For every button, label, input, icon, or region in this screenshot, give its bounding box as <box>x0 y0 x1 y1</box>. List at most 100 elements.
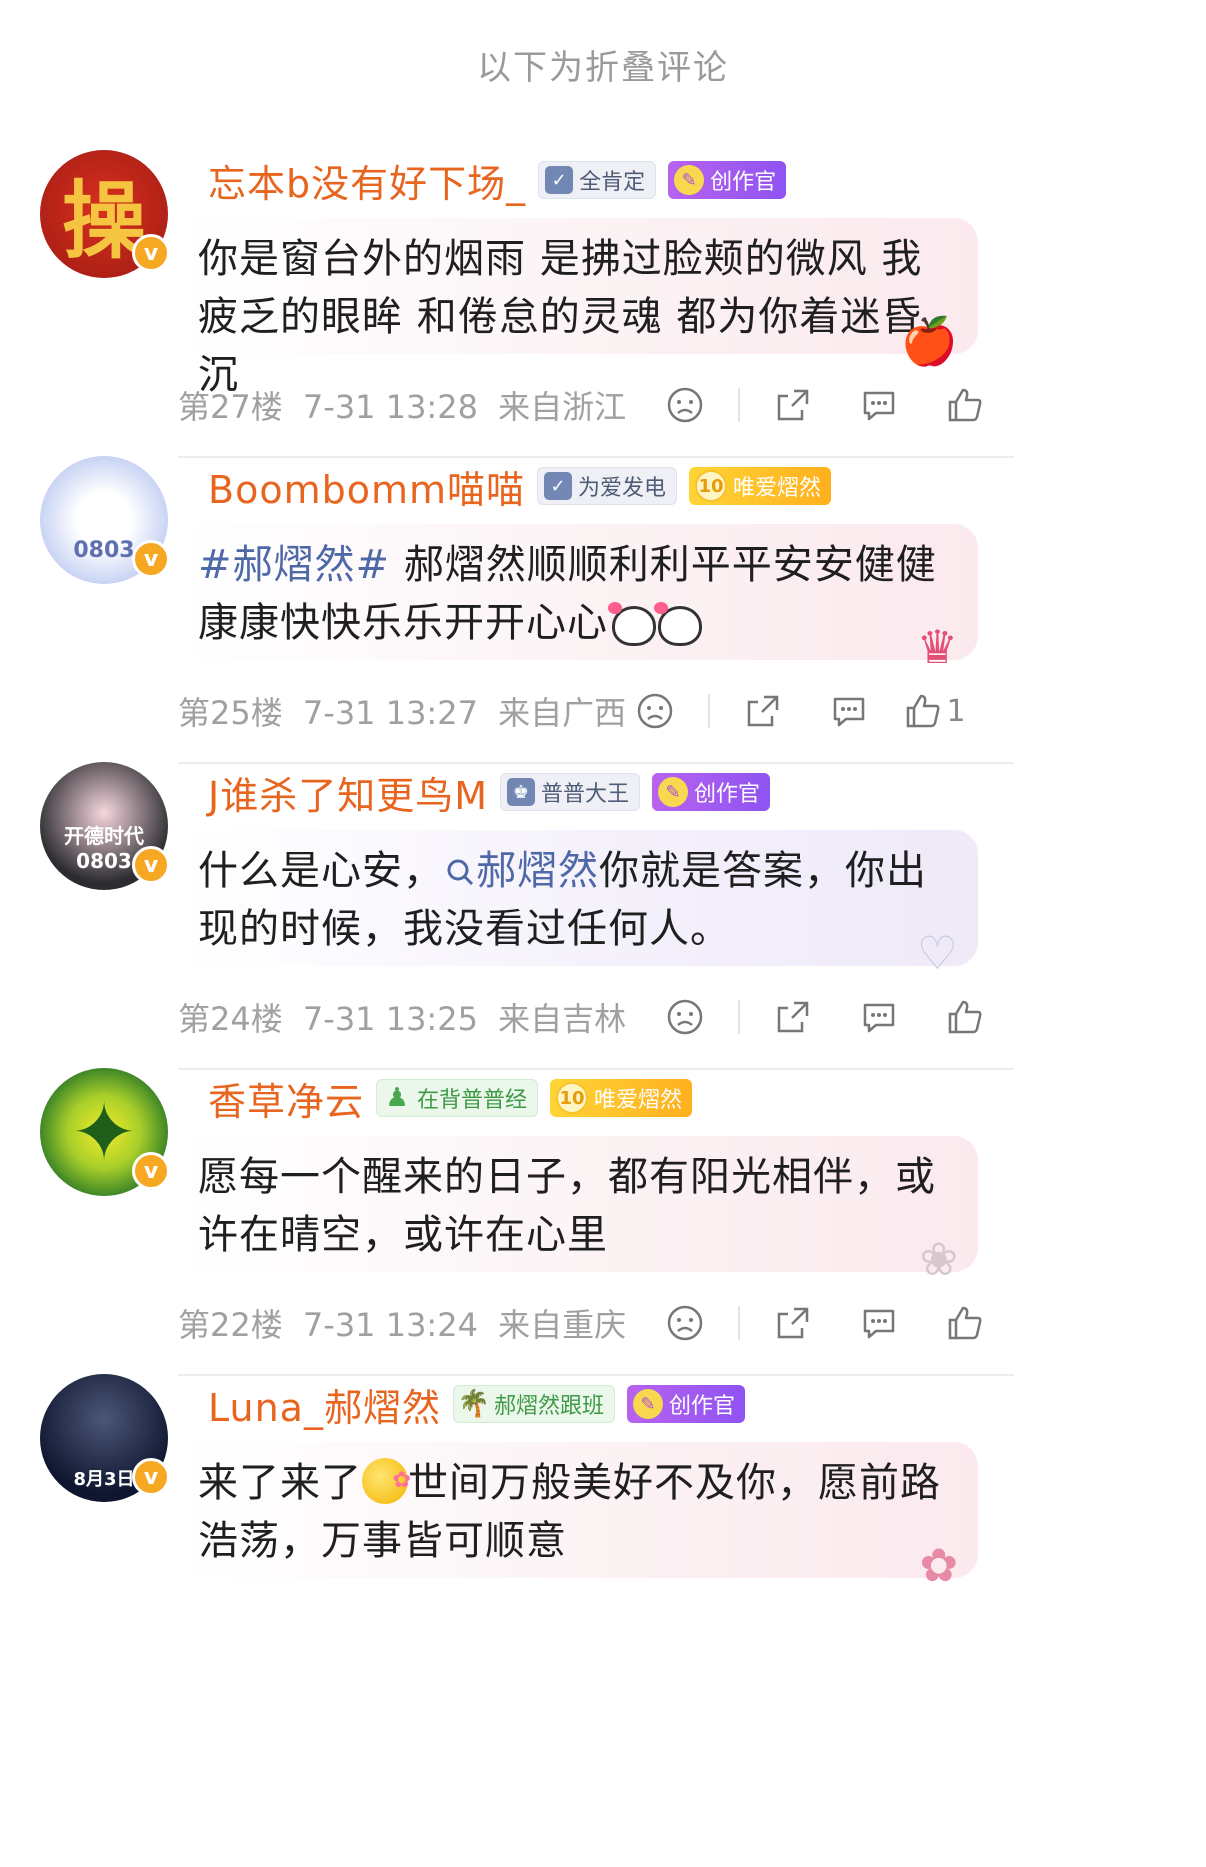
fan-badge[interactable]: ✓ 为爱发电 <box>537 467 678 505</box>
share-icon <box>777 1307 809 1339</box>
bunny-decoration-icon: ❀ <box>919 1232 958 1286</box>
username[interactable]: Boombomm喵喵 <box>208 459 525 514</box>
superfan-badge[interactable]: 10 唯爱熠然 <box>689 467 832 505</box>
share-button[interactable] <box>750 992 836 1042</box>
avatar[interactable]: ✦ v <box>40 1068 170 1196</box>
comment-time: 7-31 13:27 <box>302 694 478 732</box>
verified-badge-icon: v <box>132 1458 170 1496</box>
fan-badge-label: 为爱发电 <box>578 476 667 501</box>
like-count: 1 <box>946 693 966 729</box>
avatar[interactable]: 0803 v <box>40 456 170 584</box>
frown-face-icon <box>667 999 703 1035</box>
verified-badge-icon: v <box>132 234 170 272</box>
avatar[interactable]: 8月3日 v <box>40 1374 170 1502</box>
avatar-text: ✦ <box>70 1085 138 1179</box>
like-button[interactable] <box>922 1298 1008 1348</box>
creator-badge[interactable]: ✎ 创作官 <box>668 161 787 199</box>
dislike-button[interactable] <box>612 686 698 736</box>
flower-face-emoji-icon <box>362 1452 412 1510</box>
avatar-text: 0803 <box>73 537 135 563</box>
username[interactable]: J谁杀了知更鸟M <box>208 765 488 820</box>
comment-bubble: 来了来了世间万般美好不及你，愿前路浩荡，万事皆可顺意 ✿ <box>178 1442 978 1588</box>
comment-location: 来自浙江 <box>498 388 627 426</box>
creator-badge[interactable]: ✎ 创作官 <box>652 773 771 811</box>
fan-badge[interactable]: 🌴 郝熠然跟班 <box>452 1385 615 1423</box>
avatar[interactable]: 开德时代 0803 v <box>40 762 170 890</box>
comment-bubble-icon <box>833 697 865 727</box>
thumbs-up-icon <box>907 694 940 728</box>
floor-number: 第22楼 <box>178 1306 283 1344</box>
comment-body-start: 来了来了 <box>198 1460 362 1506</box>
floor-number: 第27楼 <box>178 388 283 426</box>
reply-button[interactable] <box>836 380 922 430</box>
comment-text: #郝熠然# 郝熠然顺顺利利平平安安健健康康快快乐乐开开心心 <box>198 536 958 652</box>
cat-heart-emoji-icon <box>608 602 656 646</box>
verified-badge-icon: v <box>132 846 170 884</box>
dislike-button[interactable] <box>642 380 728 430</box>
reading-person-icon: ♟ <box>385 1083 409 1113</box>
like-button[interactable]: 1 <box>892 686 978 736</box>
level-10-icon: 10 <box>695 470 728 502</box>
search-link[interactable]: 郝熠然 <box>444 848 599 894</box>
superfan-badge-label: 唯爱熠然 <box>594 1088 683 1113</box>
folded-comments-header: 以下为折叠评论 <box>477 48 729 88</box>
crown-icon: ♚ <box>507 778 535 806</box>
avatar-text: 8月3日 <box>73 1469 135 1490</box>
dislike-button[interactable] <box>642 992 728 1042</box>
comment-text: 来了来了世间万般美好不及你，愿前路浩荡，万事皆可顺意 <box>198 1452 958 1570</box>
thumbs-up-icon <box>948 1306 982 1340</box>
comment-meta: 第25楼 7-31 13:27 来自广西 <box>178 688 626 734</box>
superfan-badge[interactable]: 10 唯爱熠然 <box>550 1079 693 1117</box>
fan-badge[interactable]: ♟ 在背普普经 <box>376 1079 539 1117</box>
creator-badge-label: 创作官 <box>668 1394 735 1419</box>
topic-hashtag-link[interactable]: #郝熠然# <box>198 542 390 588</box>
reply-button[interactable] <box>836 1298 922 1348</box>
level-10-icon: 10 <box>556 1082 589 1114</box>
palm-tree-icon: 🌴 <box>457 1389 491 1419</box>
creator-badge[interactable]: ✎ 创作官 <box>626 1385 745 1423</box>
share-button[interactable] <box>750 380 836 430</box>
comment-time: 7-31 13:24 <box>302 1306 478 1344</box>
like-button[interactable] <box>922 992 1008 1042</box>
creator-icon: ✎ <box>658 777 689 807</box>
comment-text: 你是窗台外的烟雨 是拂过脸颊的微风 我疲乏的眼眸 和倦怠的灵魂 都为你着迷昏沉 <box>198 236 923 398</box>
calendar-check-icon: ✓ <box>545 166 574 194</box>
username[interactable]: 忘本b没有好下场_ <box>208 153 526 208</box>
search-icon <box>447 859 474 886</box>
fan-badge[interactable]: ✓ 全肯定 <box>538 161 657 199</box>
fan-badge[interactable]: ♚ 普普大王 <box>500 773 641 811</box>
share-icon <box>747 695 779 727</box>
comment-location: 来自吉林 <box>498 1000 627 1038</box>
lace-heart-decoration-icon: ♡ <box>916 926 958 980</box>
share-button[interactable] <box>750 1298 836 1348</box>
comment-body-start: 什么是心安， <box>198 848 444 894</box>
share-icon <box>777 1001 809 1033</box>
comment-time: 7-31 13:28 <box>302 388 478 426</box>
comment-text: 愿每一个醒来的日子，都有阳光相伴，或许在晴空，或许在心里 <box>198 1154 936 1258</box>
cat-heart-emoji-icon <box>654 602 702 646</box>
share-button[interactable] <box>720 686 806 736</box>
reply-button[interactable] <box>836 992 922 1042</box>
comment-bubble: 你是窗台外的烟雨 是拂过脸颊的微风 我疲乏的眼眸 和倦怠的灵魂 都为你着迷昏沉 … <box>178 218 978 398</box>
username[interactable]: Luna_郝熠然 <box>208 1377 441 1432</box>
comment-bubble-icon <box>863 391 895 421</box>
creator-icon: ✎ <box>674 165 705 195</box>
avatar[interactable]: 操 v <box>40 150 170 278</box>
frown-face-icon <box>667 1305 703 1341</box>
comment-meta: 第24楼 7-31 13:25 来自吉林 <box>178 994 626 1040</box>
superfan-badge-label: 唯爱熠然 <box>733 476 822 501</box>
floor-number: 第25楼 <box>178 694 283 732</box>
girl-sticker-decoration-icon: ♛ <box>916 620 958 674</box>
search-link-label: 郝熠然 <box>476 848 599 894</box>
comment-bubble-icon <box>863 1309 895 1339</box>
comment-item: 8月3日 v Luna_郝熠然 🌴 郝熠然跟班 ✎ 创作官 来了来了世间万般美好… <box>0 1354 1206 1867</box>
like-button[interactable] <box>922 380 1008 430</box>
frown-face-icon <box>637 693 673 729</box>
fan-badge-label: 郝熠然跟班 <box>493 1394 604 1419</box>
comment-bubble-icon <box>863 1003 895 1033</box>
username[interactable]: 香草净云 <box>208 1071 364 1126</box>
reply-button[interactable] <box>806 686 892 736</box>
apple-decoration-icon: 🍎 <box>900 314 958 368</box>
comment-bubble: #郝熠然# 郝熠然顺顺利利平平安安健健康康快快乐乐开开心心 ♛ <box>178 524 978 670</box>
dislike-button[interactable] <box>642 1298 728 1348</box>
